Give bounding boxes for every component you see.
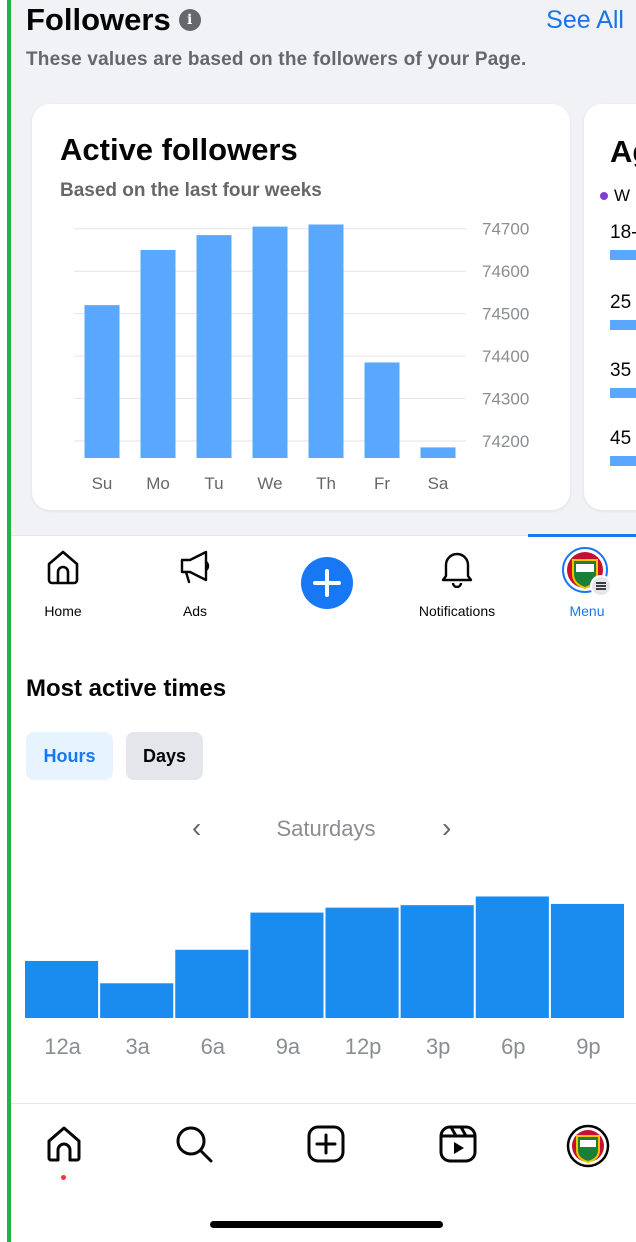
bar-mo (140, 249, 176, 458)
x-tick-label: 3a (125, 1034, 150, 1059)
x-tick-label: 12a (44, 1034, 81, 1059)
megaphone-icon (180, 550, 210, 584)
tab-menu-label: Menu (569, 603, 605, 619)
notification-dot (61, 1175, 66, 1180)
home-icon[interactable] (44, 1124, 84, 1164)
tab-ads-label: Ads (182, 603, 208, 619)
x-tick-label: 9a (276, 1034, 301, 1059)
age-row-label: 25 (610, 292, 632, 313)
bar-3a (100, 983, 174, 1018)
x-tick-label: Th (316, 474, 336, 493)
age-row-bar (610, 388, 636, 398)
most-active-times-title: Most active times (26, 675, 227, 702)
x-tick-label: Sa (428, 474, 449, 493)
x-tick-label: 6a (201, 1034, 226, 1059)
bar-tu (196, 235, 232, 458)
age-card[interactable]: Ag W 18- 25 35 45 (584, 104, 636, 510)
age-legend: W (600, 186, 630, 206)
bar-6p (475, 896, 549, 1018)
bar-we (252, 226, 288, 458)
y-tick-label: 74400 (482, 347, 529, 366)
tab-home-label: Home (44, 603, 82, 619)
bar-9a (250, 912, 324, 1018)
see-all-link[interactable]: See All (546, 6, 624, 35)
legend-dot-icon (600, 192, 608, 200)
followers-subtitle: These values are based on the followers … (26, 49, 527, 70)
home-indicator (210, 1221, 443, 1228)
hours-tab[interactable]: Hours (26, 732, 113, 780)
bottom-tab-bar (0, 1103, 636, 1242)
home-icon (47, 550, 79, 585)
info-icon[interactable]: i (178, 9, 201, 31)
x-tick-label: 12p (345, 1034, 382, 1059)
active-followers-card: Active followers Based on the last four … (32, 104, 570, 510)
bar-12a (25, 960, 99, 1018)
create-plus-icon (301, 557, 353, 609)
age-row-bar (610, 250, 636, 260)
age-row-bar (610, 320, 636, 330)
bar-9p (550, 903, 624, 1018)
bar-sa (420, 447, 456, 458)
left-edge-bar (0, 0, 11, 1242)
x-tick-label: 6p (501, 1034, 525, 1059)
y-tick-label: 74200 (482, 432, 529, 451)
bar-12p (325, 907, 399, 1018)
followers-section: Followers i See All These values are bas… (0, 0, 636, 535)
new-post-icon[interactable] (306, 1124, 346, 1164)
bar-3p (400, 905, 474, 1018)
x-tick-label: 3p (426, 1034, 450, 1059)
x-tick-label: Fr (374, 474, 390, 493)
selected-day-label: Saturdays (276, 816, 376, 841)
age-card-title: Ag (610, 134, 636, 169)
days-tab[interactable]: Days (126, 732, 203, 780)
age-row-bar (610, 456, 636, 466)
x-tick-label: Su (92, 474, 113, 493)
selected-tab-indicator (528, 534, 636, 537)
y-tick-label: 74700 (482, 220, 529, 239)
followers-title: Followers (26, 2, 171, 37)
x-tick-label: Mo (146, 474, 170, 493)
bar-su (84, 305, 120, 458)
y-tick-label: 74300 (482, 390, 529, 409)
y-tick-label: 74500 (482, 305, 529, 324)
bell-icon (441, 552, 473, 588)
top-tab-bar: Home Ads Notifications Menu (0, 534, 636, 625)
tab-notifications-label: Notifications (418, 603, 496, 619)
age-row-label: 35 (610, 360, 632, 381)
y-tick-label: 74600 (482, 262, 529, 281)
search-icon[interactable] (174, 1124, 214, 1164)
profile-avatar-icon[interactable] (566, 1124, 610, 1168)
age-row-label: 45 (610, 428, 632, 449)
day-selector: ‹ Saturdays › (0, 810, 636, 850)
age-legend-label: W (614, 186, 631, 205)
bar-6a (175, 949, 249, 1018)
profile-menu-icon (562, 547, 612, 597)
age-row-label: 18- (610, 222, 636, 243)
bar-fr (364, 362, 400, 458)
x-tick-label: Tu (204, 474, 223, 493)
followers-header: Followers i (26, 2, 201, 38)
active-followers-chart: 74700 74600 74500 74400 74300 74200 Su Mo Tu We Th… (74, 220, 529, 493)
most-active-times-chart: 12a 3a 6a 9a 12p 3p 6p 9p (25, 896, 624, 1059)
reels-icon[interactable] (438, 1124, 478, 1164)
next-day-chevron-icon[interactable]: › (442, 812, 451, 844)
x-tick-label: 9p (576, 1034, 600, 1059)
x-tick-label: We (257, 474, 282, 493)
bar-th (308, 224, 344, 458)
